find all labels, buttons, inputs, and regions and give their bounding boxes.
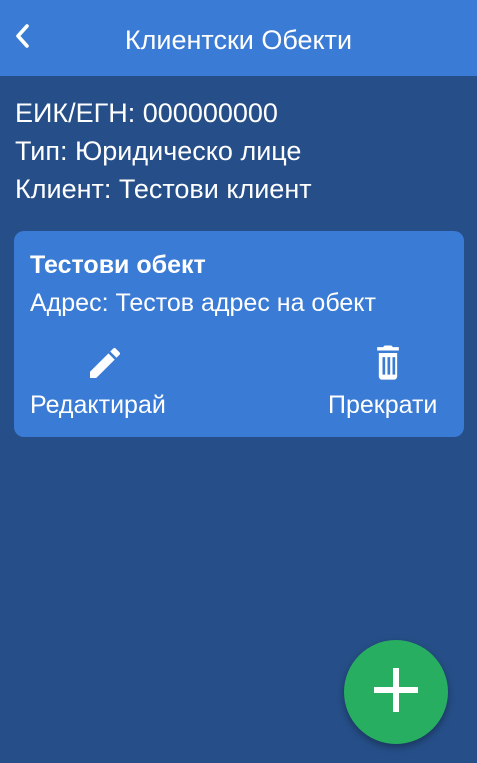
client-info: ЕИК/ЕГН: 000000000 Тип: Юридическо лице … [15, 94, 312, 208]
object-address: Адрес: Тестов адрес на обект [30, 289, 376, 317]
edit-button[interactable]: Редактирай [30, 339, 190, 429]
object-name: Тестови обект [30, 251, 206, 279]
app-bar: Клиентски Обекти [0, 0, 477, 76]
client-name: Клиент: Тестови клиент [15, 174, 312, 204]
trash-icon [368, 343, 408, 383]
object-card: Тестови обект Адрес: Тестов адрес на обе… [14, 231, 464, 437]
terminate-button[interactable]: Прекрати [328, 339, 452, 429]
terminate-label: Прекрати [328, 391, 438, 419]
add-object-button[interactable] [344, 640, 448, 744]
client-type: Тип: Юридическо лице [15, 136, 302, 166]
pencil-icon [85, 343, 125, 383]
plus-icon [372, 666, 420, 719]
edit-label: Редактирай [30, 391, 166, 419]
page-title: Клиентски Обекти [124, 25, 353, 55]
client-eik: ЕИК/ЕГН: 000000000 [15, 98, 278, 128]
